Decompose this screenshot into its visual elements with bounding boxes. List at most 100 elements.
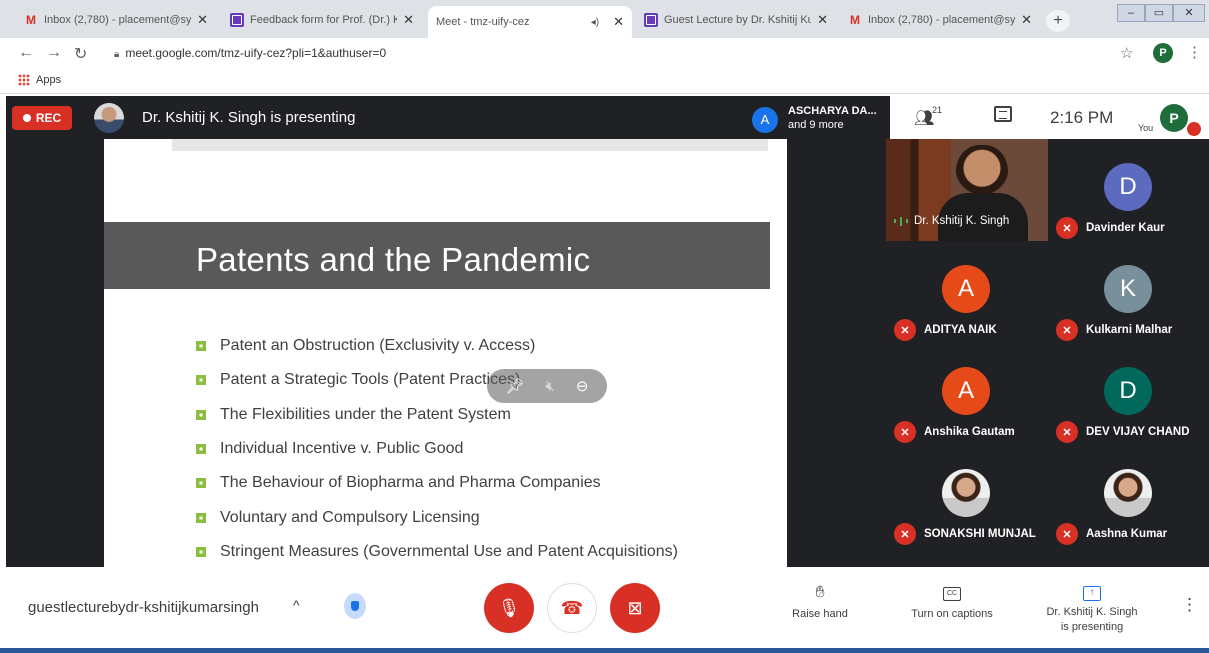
participant-name-row: ✕ Davinder Kaur — [1056, 217, 1165, 239]
participant-tile[interactable]: Dr. Kshitij K. Singh — [886, 139, 1048, 241]
participant-avatar: D — [1104, 367, 1152, 415]
form-icon — [644, 13, 658, 27]
mic-off-icon: ✕ — [894, 523, 916, 545]
tab-guest-lecture-form[interactable]: Guest Lecture by Dr. Kshitij Kum ✕ — [636, 6, 836, 34]
raise-hand-button[interactable]: ✋︎ Raise hand — [782, 585, 858, 622]
tab-title: Guest Lecture by Dr. Kshitij Kum — [664, 14, 812, 26]
slide-bullet: Individual Incentive v. Public Good — [196, 432, 678, 466]
maximize-button[interactable]: ▭ — [1145, 4, 1173, 22]
presentation-button[interactable]: ↑ Dr. Kshitij K. Singh is presenting — [1032, 585, 1152, 635]
pin-icon[interactable]: 📌︎ — [505, 377, 524, 395]
host-controls-icon[interactable] — [344, 593, 366, 619]
bullet-text: Stringent Measures (Governmental Use and… — [220, 542, 679, 560]
participant-name-row: ✕ SONAKSHI MUNJAL — [894, 523, 1036, 545]
participants-count: 21 — [932, 105, 943, 115]
participant-tile[interactable]: ✕ Aashna Kumar — [1048, 445, 1209, 547]
slide-bullet: Voluntary and Compulsory Licensing — [196, 500, 678, 534]
microphone-toggle-button[interactable]: 🎙︎ — [484, 583, 534, 633]
browser-menu-icon[interactable]: ⋮ — [1187, 43, 1202, 61]
meeting-details-button[interactable]: guestlecturebydr-kshitijkumarsingh — [28, 599, 259, 616]
close-icon[interactable]: ✕ — [197, 12, 208, 28]
presenting-line-1: Dr. Kshitij K. Singh — [1046, 606, 1138, 618]
url-field[interactable]: 🔒︎ meet.google.com/tmz-uify-cez?pli=1&aut… — [104, 42, 1134, 64]
self-label: You — [1138, 123, 1154, 133]
participant-avatar: K — [1104, 265, 1152, 313]
bullet-square-icon — [196, 341, 206, 352]
slide-title: Patents and the Pandemic — [196, 241, 591, 278]
close-icon[interactable]: ✕ — [613, 14, 624, 30]
presenting-label: Dr. Kshitij K. Singh is presenting — [142, 109, 356, 126]
lock-icon: 🔒︎ — [114, 49, 120, 60]
audio-playing-icon[interactable]: ◂) — [591, 17, 599, 28]
tab-feedback-form[interactable]: Feedback form for Prof. (Dr.) Ks ✕ — [222, 6, 422, 34]
chat-icon[interactable] — [994, 106, 1012, 122]
participant-name-row: ✕ Anshika Gautam — [894, 421, 1015, 443]
minimize-button[interactable]: – — [1117, 4, 1145, 22]
bullet-text: The Behaviour of Biopharma and Pharma Co… — [220, 474, 601, 492]
back-icon[interactable]: ← — [18, 44, 34, 62]
participant-tile[interactable]: ✕ SONAKSHI MUNJAL — [886, 445, 1048, 547]
bookmark-star-icon[interactable]: ☆ — [1120, 44, 1133, 62]
participant-tile[interactable]: A ✕ Anshika Gautam — [886, 343, 1048, 445]
new-tab-button[interactable]: + — [1046, 10, 1070, 32]
chevron-up-icon[interactable]: ^ — [293, 597, 300, 613]
os-taskbar — [0, 648, 1209, 653]
participant-name-row: ✕ DEV VIJAY CHAND — [1056, 421, 1190, 443]
participant-name: SONAKSHI MUNJAL — [924, 528, 1036, 540]
speaking-indicator-icon — [894, 216, 908, 226]
tab-title: Inbox (2,780) - placement@sym — [868, 14, 1016, 26]
window-close-button[interactable]: ✕ — [1173, 4, 1205, 22]
mic-off-icon: ✕ — [894, 319, 916, 341]
mute-tile-icon[interactable]: 🔇︎ — [546, 378, 555, 395]
bullet-square-icon — [196, 478, 206, 489]
leave-call-button[interactable]: ☎︎ — [547, 583, 597, 633]
bullet-text: Voluntary and Compulsory Licensing — [220, 508, 480, 526]
captions-button[interactable]: CC Turn on captions — [896, 585, 1008, 622]
address-bar-row: ← → ↻ 🔒︎ meet.google.com/tmz-uify-cez?pli… — [0, 38, 1209, 68]
mic-off-icon: ✕ — [1056, 319, 1078, 341]
apps-grid-icon — [18, 74, 30, 86]
participant-tile[interactable]: K ✕ Kulkarni Malhar — [1048, 241, 1209, 343]
camera-off-icon: ⊠ — [627, 597, 643, 618]
tab-gmail-inbox-2[interactable]: M Inbox (2,780) - placement@sym ✕ — [840, 6, 1040, 34]
browser-tab-bar: M Inbox (2,780) - placement@sym ✕ Feedba… — [0, 0, 1209, 38]
reload-icon[interactable]: ↻ — [74, 44, 87, 64]
profile-avatar[interactable]: P — [1153, 43, 1173, 63]
slide-title-bar: Patents and the Pandemic — [104, 222, 770, 289]
slide-bullet-list: Patent an Obstruction (Exclusivity v. Ac… — [196, 329, 678, 567]
presentation-area: Patents and the Pandemic Patent an Obstr… — [6, 139, 886, 567]
participant-tile[interactable]: A ✕ ADITYA NAIK — [886, 241, 1048, 343]
form-icon — [230, 13, 244, 27]
tab-gmail-inbox[interactable]: M Inbox (2,780) - placement@sym ✕ — [16, 6, 216, 34]
close-icon[interactable]: ✕ — [817, 12, 828, 28]
participant-avatar: D — [1104, 163, 1152, 211]
bullet-text: Patent a Strategic Tools (Patent Practic… — [220, 371, 521, 389]
participant-tile[interactable]: D ✕ Davinder Kaur — [1048, 139, 1209, 241]
mic-off-icon — [1187, 122, 1201, 136]
tab-title: Meet - tmz-uify-cez — [436, 16, 530, 28]
mic-off-icon: ✕ — [894, 421, 916, 443]
tab-title: Feedback form for Prof. (Dr.) Ks — [250, 14, 398, 26]
bullet-square-icon — [196, 512, 206, 523]
close-icon[interactable]: ✕ — [403, 12, 414, 28]
participant-tile[interactable]: D ✕ DEV VIJAY CHAND — [1048, 343, 1209, 445]
tile-hover-controls: 📌︎ 🔇︎ ⊖ — [487, 369, 607, 403]
captions-icon: CC — [943, 587, 961, 601]
participant-name-row: Dr. Kshitij K. Singh — [894, 215, 1009, 227]
tab-meet[interactable]: Meet - tmz-uify-cez ◂) ✕ — [428, 6, 632, 38]
participant-name: Kulkarni Malhar — [1086, 324, 1173, 336]
more-options-icon[interactable]: ⋮ — [1181, 595, 1198, 615]
participant-avatar: A — [942, 265, 990, 313]
meet-window: REC Dr. Kshitij K. Singh is presenting A… — [6, 96, 1209, 653]
close-icon[interactable]: ✕ — [1021, 12, 1032, 28]
camera-toggle-button[interactable]: ⊠ — [610, 583, 660, 633]
apps-bookmark[interactable]: Apps — [18, 74, 61, 86]
mic-off-icon: ✕ — [1056, 421, 1078, 443]
gmail-icon: M — [850, 13, 860, 27]
participant-name-row: ✕ ADITYA NAIK — [894, 319, 997, 341]
remove-icon[interactable]: ⊖ — [576, 377, 589, 395]
self-avatar[interactable]: P — [1160, 104, 1188, 132]
slide-header-strip — [172, 139, 768, 151]
forward-icon[interactable]: → — [46, 44, 62, 62]
bookmarks-bar: Apps — [0, 68, 1209, 94]
